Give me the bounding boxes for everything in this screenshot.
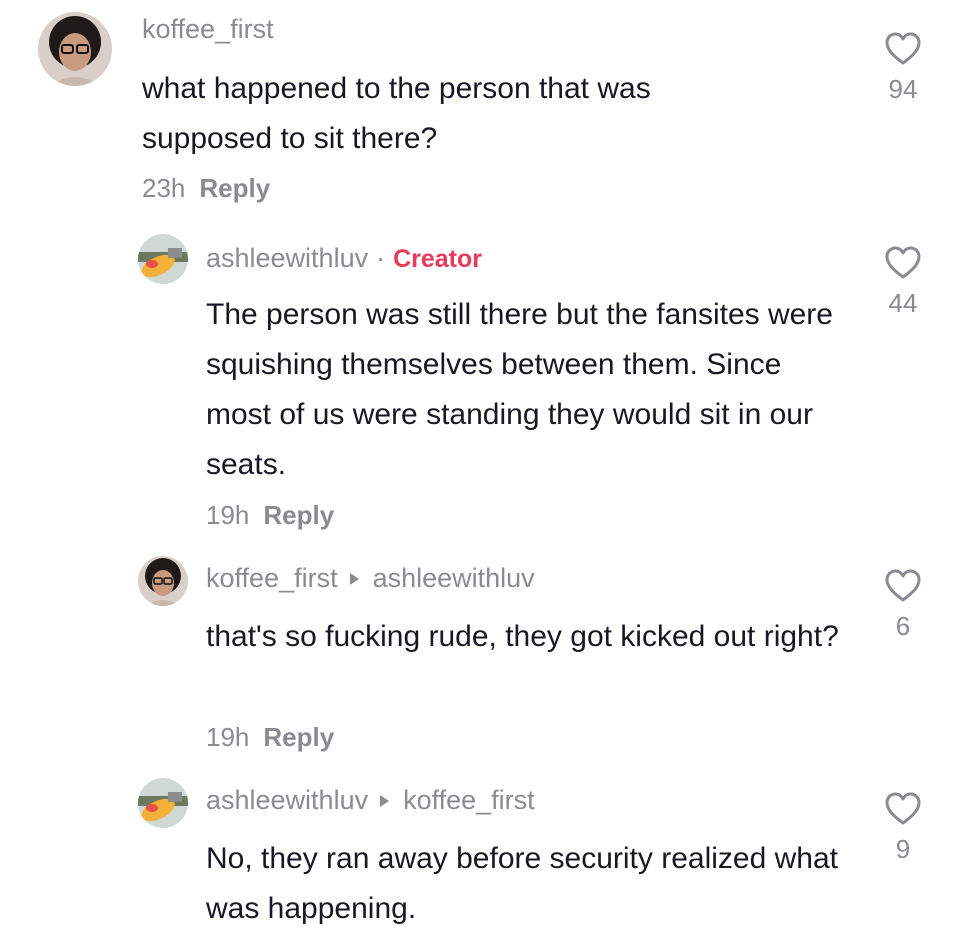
- comment-username-row: ashleewithluv · Creator: [206, 243, 482, 274]
- comment-time: 23h: [142, 173, 186, 203]
- user-avatar-icon: [38, 12, 112, 86]
- heart-outline-icon: [885, 32, 921, 65]
- comment-meta: 19h Reply: [206, 722, 334, 753]
- comment-time: 19h: [206, 722, 250, 752]
- comment-username-row: koffee_first ashleewithluv: [206, 563, 535, 594]
- like-count: 9: [895, 834, 911, 864]
- avatar-koffee-first[interactable]: [38, 12, 112, 86]
- triangle-right-icon: [380, 794, 390, 807]
- heart-outline-icon: [885, 569, 921, 602]
- like-count: 44: [888, 288, 918, 318]
- comment-username[interactable]: ashleewithluv: [206, 243, 368, 273]
- reply-to-username[interactable]: ashleewithluv: [373, 563, 535, 593]
- avatar-ashleewithluv[interactable]: [138, 778, 188, 828]
- separator-dot: ·: [376, 243, 386, 273]
- heart-outline-icon: [885, 792, 921, 825]
- like-button[interactable]: 6: [873, 569, 933, 642]
- like-count: 6: [895, 611, 911, 641]
- reply-button[interactable]: Reply: [199, 173, 270, 203]
- heart-outline-icon: [885, 246, 921, 279]
- comment-text: The person was still there but the fansi…: [206, 298, 833, 481]
- user-avatar-icon: [138, 556, 188, 606]
- triangle-right-icon: [349, 572, 359, 585]
- avatar-koffee-first[interactable]: [138, 556, 188, 606]
- comment-text: what happened to the person that was sup…: [142, 72, 651, 155]
- comment-time: 19h: [206, 500, 250, 530]
- like-button[interactable]: 94: [873, 32, 933, 105]
- reply-to-username[interactable]: koffee_first: [403, 785, 535, 815]
- reply-button[interactable]: Reply: [263, 722, 334, 752]
- comment-username[interactable]: koffee_first: [142, 14, 274, 45]
- comment-text: No, they ran away before security realiz…: [206, 842, 838, 925]
- comment-username-row: ashleewithluv koffee_first: [206, 785, 535, 816]
- creator-badge: Creator: [393, 245, 483, 273]
- reply-button[interactable]: Reply: [263, 500, 334, 530]
- avatar-ashleewithluv[interactable]: [138, 234, 188, 284]
- comment-username[interactable]: koffee_first: [206, 563, 338, 593]
- comment-meta: 23h Reply: [142, 173, 270, 204]
- like-button[interactable]: 9: [873, 792, 933, 865]
- user-avatar-icon: [138, 234, 188, 284]
- like-button[interactable]: 44: [873, 246, 933, 319]
- comment-username[interactable]: ashleewithluv: [206, 785, 368, 815]
- comment-meta: 19h Reply: [206, 500, 334, 531]
- like-count: 94: [888, 74, 918, 104]
- comment-text: that's so fucking rude, they got kicked …: [206, 620, 839, 653]
- user-avatar-icon: [138, 778, 188, 828]
